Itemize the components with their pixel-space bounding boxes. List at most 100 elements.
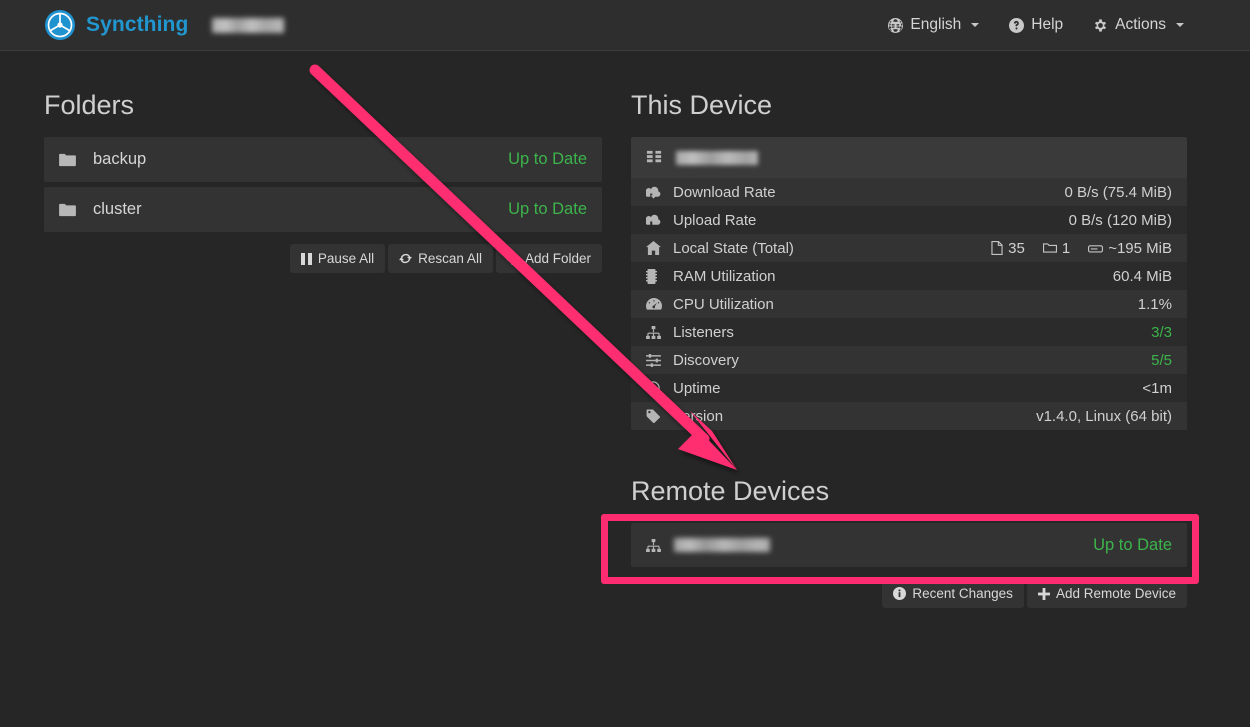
stat-label: Listeners <box>673 324 734 341</box>
brand[interactable]: Syncthing <box>44 9 188 41</box>
memory-icon <box>646 269 666 284</box>
stat-row-uptime: Uptime <1m <box>631 374 1187 402</box>
brand-name: Syncthing <box>86 13 188 37</box>
nav-item-actions[interactable]: Actions <box>1093 16 1184 34</box>
this-device-header[interactable] <box>631 137 1187 178</box>
tachometer-icon <box>646 298 666 311</box>
stat-value: 0 B/s (75.4 MiB) <box>1064 184 1172 201</box>
local-state-size-value: ~195 MiB <box>1108 240 1172 257</box>
home-icon <box>646 241 666 255</box>
globe-icon <box>888 18 903 33</box>
stat-value: 3/3 <box>1151 324 1172 341</box>
stat-label: CPU Utilization <box>673 296 774 313</box>
folder-icon <box>59 153 81 167</box>
folder-row[interactable]: backup Up to Date <box>44 137 602 182</box>
add-folder-label: Add Folder <box>525 251 591 266</box>
stat-label: Upload Rate <box>673 212 756 229</box>
folders-section: Folders backup Up to Date cluster Up to … <box>44 92 602 273</box>
question-circle-icon <box>1009 18 1024 33</box>
rescan-all-button[interactable]: Rescan All <box>388 244 493 273</box>
recent-changes-button[interactable]: Recent Changes <box>882 579 1024 608</box>
stat-row-download-rate: Download Rate 0 B/s (75.4 MiB) <box>631 178 1187 206</box>
stat-row-listeners: Listeners 3/3 <box>631 318 1187 346</box>
nav-item-language[interactable]: English <box>888 16 979 34</box>
rescan-all-label: Rescan All <box>418 251 482 266</box>
tag-icon <box>646 409 666 423</box>
folder-icon <box>1043 242 1057 254</box>
stat-label: RAM Utilization <box>673 268 776 285</box>
local-state-files-value: 35 <box>1008 240 1025 257</box>
stat-row-cpu-utilization: CPU Utilization 1.1% <box>631 290 1187 318</box>
stat-label: Uptime <box>673 380 721 397</box>
folder-icon <box>59 203 81 217</box>
sitemap-icon <box>646 326 666 339</box>
nav-item-actions-label: Actions <box>1115 16 1166 34</box>
stat-row-discovery: Discovery 5/5 <box>631 346 1187 374</box>
remote-devices-title: Remote Devices <box>631 478 1187 505</box>
info-circle-icon <box>893 587 906 600</box>
server-rack-icon <box>646 149 663 166</box>
stat-row-upload-rate: Upload Rate 0 B/s (120 MiB) <box>631 206 1187 234</box>
stat-row-local-state: Local State (Total) 35 1 <box>631 234 1187 262</box>
local-state-folders: 1 <box>1043 240 1070 257</box>
folders-actions: Pause All Rescan All Add Folder <box>44 244 602 273</box>
remote-devices-section: Remote Devices Up to Date Recent Changes… <box>631 478 1187 608</box>
stat-value: 60.4 MiB <box>1113 268 1172 285</box>
cloud-upload-icon <box>646 214 666 227</box>
nav-item-language-label: English <box>910 16 961 34</box>
navbar-device-name-redacted <box>212 18 284 33</box>
chevron-down-icon <box>971 23 979 27</box>
clock-icon <box>646 381 666 395</box>
gear-icon <box>1093 18 1108 33</box>
hard-drive-icon <box>1088 243 1103 254</box>
this-device-name-redacted <box>676 151 758 165</box>
pause-all-button[interactable]: Pause All <box>290 244 385 273</box>
this-device-section: This Device Download Rate 0 B/s (75.4 Mi… <box>631 92 1187 430</box>
local-state-size: ~195 MiB <box>1088 240 1172 257</box>
add-remote-device-button[interactable]: Add Remote Device <box>1027 579 1187 608</box>
plus-icon <box>1038 588 1050 600</box>
stat-value-local-state: 35 1 ~195 MiB <box>991 240 1172 257</box>
local-state-files: 35 <box>991 240 1025 257</box>
remote-device-row[interactable]: Up to Date <box>631 523 1187 567</box>
folder-name: backup <box>93 150 146 169</box>
stat-value: 0 B/s (120 MiB) <box>1069 212 1172 229</box>
chevron-down-icon <box>1176 23 1184 27</box>
plus-icon <box>507 253 519 265</box>
status-badge: Up to Date <box>1093 536 1172 555</box>
cloud-download-icon <box>646 186 666 199</box>
this-device-panel: Download Rate 0 B/s (75.4 MiB) Upload Ra… <box>631 137 1187 430</box>
recent-changes-label: Recent Changes <box>912 586 1013 601</box>
pause-icon <box>301 253 312 265</box>
status-badge: Up to Date <box>508 150 587 169</box>
this-device-title: This Device <box>631 92 1187 119</box>
pause-all-label: Pause All <box>318 251 374 266</box>
add-folder-button[interactable]: Add Folder <box>496 244 602 273</box>
stat-value: <1m <box>1142 380 1172 397</box>
navbar-menu: English Help Actions <box>888 16 1184 34</box>
folders-title: Folders <box>44 92 602 119</box>
sitemap-icon <box>646 539 661 552</box>
sliders-icon <box>646 354 666 367</box>
stat-row-version: Version v1.4.0, Linux (64 bit) <box>631 402 1187 430</box>
folder-row[interactable]: cluster Up to Date <box>44 187 602 232</box>
file-icon <box>991 241 1003 255</box>
remote-device-name-redacted <box>674 538 770 552</box>
local-state-folders-value: 1 <box>1062 240 1070 257</box>
stat-value: v1.4.0, Linux (64 bit) <box>1036 408 1172 425</box>
nav-item-help[interactable]: Help <box>1009 16 1063 34</box>
stat-value: 1.1% <box>1138 296 1172 313</box>
stat-label: Discovery <box>673 352 739 369</box>
stat-row-ram-utilization: RAM Utilization 60.4 MiB <box>631 262 1187 290</box>
refresh-icon <box>399 252 412 265</box>
remote-devices-actions: Recent Changes Add Remote Device <box>631 579 1187 608</box>
stat-label: Local State (Total) <box>673 240 794 257</box>
navbar: Syncthing English Help <box>0 0 1250 51</box>
status-badge: Up to Date <box>508 200 587 219</box>
add-remote-device-label: Add Remote Device <box>1056 586 1176 601</box>
syncthing-logo-icon <box>44 9 76 41</box>
nav-item-help-label: Help <box>1031 16 1063 34</box>
folder-name: cluster <box>93 200 142 219</box>
stat-label: Download Rate <box>673 184 776 201</box>
stat-value: 5/5 <box>1151 352 1172 369</box>
